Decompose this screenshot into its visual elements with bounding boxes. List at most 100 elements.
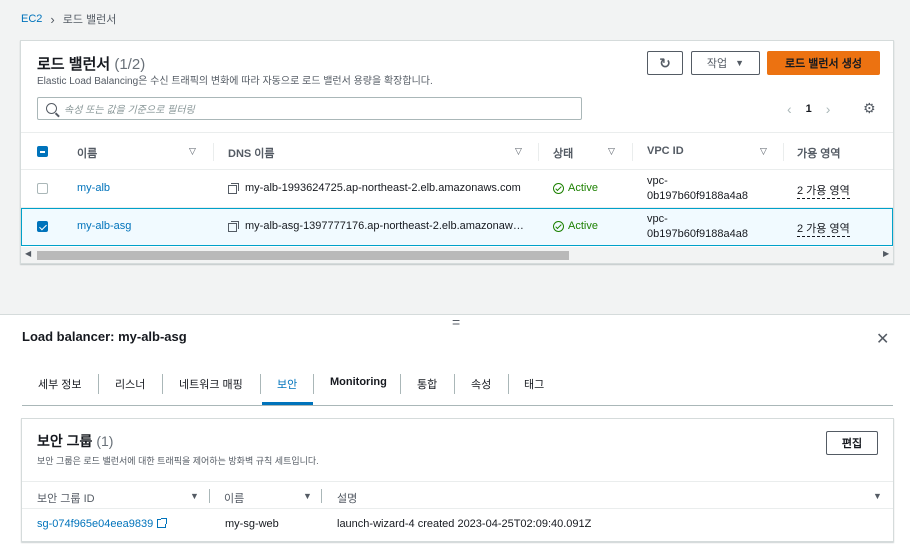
edit-label: 편집 xyxy=(841,438,863,450)
actions-dropdown-button[interactable]: 작업 ▼ xyxy=(691,51,760,75)
tab-network-mapping[interactable]: 네트워크 매핑 xyxy=(179,376,243,392)
sg-table-header: 보안 그룹 ID ▼ 이름 ▼ 설명 ▼ xyxy=(22,481,893,509)
column-header-sg-id[interactable]: 보안 그룹 ID xyxy=(37,490,95,506)
tab-divider xyxy=(162,374,163,394)
create-load-balancer-button[interactable]: 로드 밸런서 생성 xyxy=(767,51,880,75)
caret-down-icon: ▼ xyxy=(735,58,745,68)
tab-monitoring[interactable]: Monitoring xyxy=(330,376,387,388)
drag-handle-icon[interactable]: = xyxy=(452,314,460,330)
availability-zones-popover[interactable]: 2 가용 영역 xyxy=(797,220,850,237)
chevron-right-icon: › xyxy=(50,11,55,27)
security-groups-description: 보안 그룹은 로드 밸런서에 대한 트래픽을 제어하는 방화벽 규칙 세트입니다… xyxy=(37,456,319,466)
search-placeholder: 속성 또는 값을 기준으로 필터링 xyxy=(64,105,195,116)
breadcrumb-ec2-link[interactable]: EC2 xyxy=(21,13,42,25)
column-header-availability-zones[interactable]: 가용 영역 xyxy=(797,145,841,161)
detail-tabs: 세부 정보 리스너 네트워크 매핑 보안 Monitoring 통합 속성 태그 xyxy=(22,366,893,406)
sg-name: my-sg-web xyxy=(225,518,279,530)
sort-icon[interactable]: ▽ xyxy=(760,146,767,157)
sort-icon[interactable]: ▽ xyxy=(515,146,522,157)
vpc-id-line2: 0b197b60f9188a4a8 xyxy=(647,190,748,202)
tab-tags[interactable]: 태그 xyxy=(524,376,544,392)
chevron-left-icon[interactable]: ‹ xyxy=(787,101,792,117)
load-balancer-list-area: EC2 › 로드 밸런서 로드 밸런서 (1/2) Elastic Load B… xyxy=(0,0,910,314)
vpc-id-line1: vpc- xyxy=(647,213,668,225)
vpc-id-line2: 0b197b60f9188a4a8 xyxy=(647,228,748,240)
table-row-selected[interactable]: my-alb-asg my-alb-asg-1397777176.ap-nort… xyxy=(21,208,893,246)
sort-icon[interactable]: ▽ xyxy=(189,146,196,157)
column-header-sg-description[interactable]: 설명 xyxy=(337,490,357,506)
sg-description: launch-wizard-4 created 2023-04-25T02:09… xyxy=(337,518,592,530)
refresh-button[interactable]: ↻ xyxy=(647,51,683,75)
table-header: 이름 ▽ DNS 이름 ▽ 상태 ▽ VPC ID ▽ 가용 영역 xyxy=(21,132,893,170)
check-circle-icon xyxy=(553,182,564,194)
tab-divider xyxy=(400,374,401,394)
tab-listeners[interactable]: 리스너 xyxy=(115,376,145,392)
pagination: ‹ 1 › xyxy=(787,101,830,117)
detail-panel-title: Load balancer: my-alb-asg xyxy=(22,329,187,344)
gear-icon[interactable]: ⚙ xyxy=(863,101,877,115)
select-all-checkbox[interactable] xyxy=(37,146,48,157)
horizontal-scrollbar[interactable]: ◀ ▶ xyxy=(21,247,893,263)
active-tab-indicator xyxy=(262,402,313,405)
search-icon xyxy=(46,103,57,114)
current-page[interactable]: 1 xyxy=(806,103,812,115)
availability-zones-popover[interactable]: 2 가용 영역 xyxy=(797,182,850,199)
column-divider xyxy=(632,143,633,161)
tab-divider xyxy=(98,374,99,394)
external-link-icon xyxy=(157,518,168,528)
status-text: Active xyxy=(568,220,598,232)
row-checkbox[interactable] xyxy=(37,183,48,194)
chevron-right-icon[interactable]: › xyxy=(826,101,831,117)
column-header-dns[interactable]: DNS 이름 xyxy=(228,145,275,161)
sg-count: (1) xyxy=(96,433,114,449)
page-title: 로드 밸런서 (1/2) xyxy=(37,53,145,74)
scrollbar-thumb[interactable] xyxy=(37,251,569,260)
create-label: 로드 밸런서 생성 xyxy=(785,58,862,70)
column-header-vpc-id[interactable]: VPC ID xyxy=(647,145,684,157)
table-row: sg-074f965e04eea9839 my-sg-web launch-wi… xyxy=(22,510,893,540)
tab-divider xyxy=(260,374,261,394)
sort-icon[interactable]: ▼ xyxy=(303,491,312,501)
sort-icon[interactable]: ▽ xyxy=(608,146,615,157)
close-icon[interactable]: ✕ xyxy=(876,329,889,349)
tab-details[interactable]: 세부 정보 xyxy=(38,376,82,392)
copy-icon[interactable] xyxy=(228,221,239,232)
column-divider xyxy=(321,489,322,503)
tab-divider xyxy=(508,374,509,394)
table-title: 로드 밸런서 xyxy=(37,56,111,73)
sg-title-text: 보안 그룹 xyxy=(37,433,93,449)
tab-attributes[interactable]: 속성 xyxy=(471,376,491,392)
dns-name: my-alb-asg-1397777176.ap-northeast-2.elb… xyxy=(245,220,524,232)
load-balancers-table-card: 로드 밸런서 (1/2) Elastic Load Balancing은 수신 … xyxy=(20,40,894,264)
load-balancer-name-link[interactable]: my-alb-asg xyxy=(77,220,131,232)
copy-icon[interactable] xyxy=(228,183,239,194)
table-row[interactable]: my-alb my-alb-1993624725.ap-northeast-2.… xyxy=(21,170,893,208)
sg-id-text: sg-074f965e04eea9839 xyxy=(37,518,154,530)
dns-name: my-alb-1993624725.ap-northeast-2.elb.ama… xyxy=(245,182,521,194)
sort-icon[interactable]: ▼ xyxy=(873,491,882,501)
sort-icon[interactable]: ▼ xyxy=(190,491,199,501)
status-badge: Active xyxy=(553,182,598,194)
tab-divider xyxy=(454,374,455,394)
actions-label: 작업 xyxy=(706,58,728,70)
column-header-status[interactable]: 상태 xyxy=(553,145,573,161)
filter-search-input[interactable]: 속성 또는 값을 기준으로 필터링 xyxy=(37,97,582,120)
column-header-sg-name[interactable]: 이름 xyxy=(224,490,244,506)
status-text: Active xyxy=(568,182,598,194)
security-group-id-link[interactable]: sg-074f965e04eea9839 xyxy=(37,518,168,530)
load-balancer-name-link[interactable]: my-alb xyxy=(77,182,110,194)
tab-divider xyxy=(313,374,314,394)
row-checkbox[interactable] xyxy=(37,221,48,232)
edit-button[interactable]: 편집 xyxy=(826,431,878,455)
security-groups-title: 보안 그룹 (1) xyxy=(37,431,113,451)
tab-integrations[interactable]: 통합 xyxy=(417,376,437,392)
security-groups-card: 보안 그룹 (1) 보안 그룹은 로드 밸런서에 대한 트래픽을 제어하는 방화… xyxy=(21,418,894,542)
column-divider xyxy=(209,489,210,503)
tab-security[interactable]: 보안 xyxy=(277,376,297,392)
column-header-name[interactable]: 이름 xyxy=(77,145,97,161)
column-divider xyxy=(538,143,539,161)
scroll-right-icon[interactable]: ▶ xyxy=(883,249,889,258)
selection-count: (1/2) xyxy=(114,56,146,73)
table-description: Elastic Load Balancing은 수신 트래픽의 변화에 따라 자… xyxy=(37,76,433,87)
scroll-left-icon[interactable]: ◀ xyxy=(25,249,31,258)
